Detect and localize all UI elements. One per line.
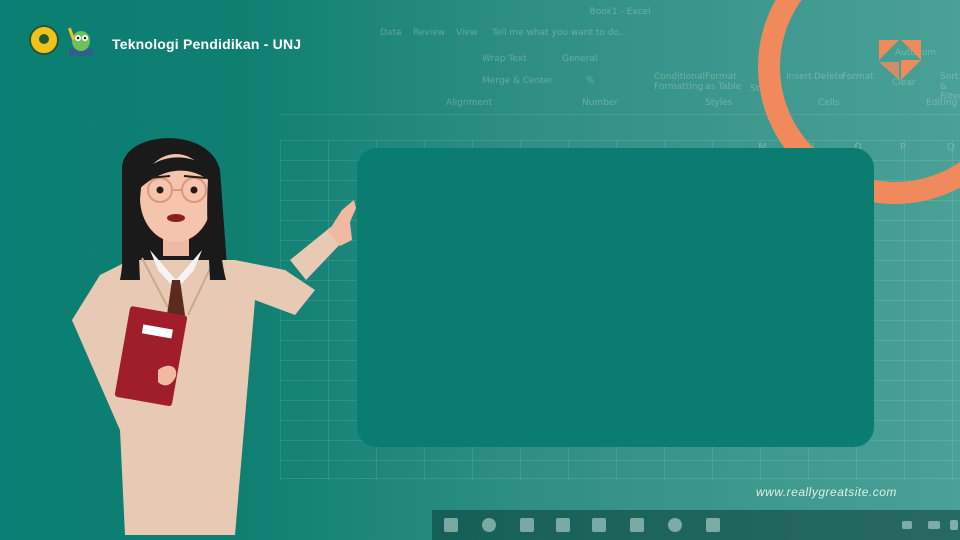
excel-icon xyxy=(520,518,534,532)
chrome-icon xyxy=(668,518,682,532)
ribbon-percent: % xyxy=(586,76,595,86)
menu-item-review: Review xyxy=(413,28,446,38)
menu-item-view: View xyxy=(456,28,478,38)
mascot-logo-icon xyxy=(68,27,93,56)
tray-chevron-icon xyxy=(902,521,912,529)
content-board xyxy=(357,148,874,447)
ribbon-wrap-text: Wrap Text xyxy=(482,54,527,64)
ribbon-group-alignment: Alignment xyxy=(446,98,493,108)
store-icon xyxy=(592,518,606,532)
speaker-icon xyxy=(950,520,958,530)
ribbon-format-as-table: Format as Table xyxy=(705,72,742,92)
website-url: www.reallygreatsite.com xyxy=(756,485,897,499)
folder-icon xyxy=(556,518,570,532)
ribbon-group-number: Number xyxy=(582,98,619,108)
menu-item-data: Data xyxy=(380,28,402,38)
ribbon-merge-center: Merge & Center xyxy=(482,76,554,86)
teacher-illustration xyxy=(72,138,356,535)
ribbon-number-format: General xyxy=(562,54,598,64)
brand-title: Teknologi Pendidikan - UNJ xyxy=(112,36,302,52)
unj-logo-icon xyxy=(29,25,59,55)
triangle-pattern-icon xyxy=(879,40,921,80)
battery-icon xyxy=(928,521,940,529)
ribbon-group-styles: Styles xyxy=(705,98,733,108)
mail-icon xyxy=(630,518,644,532)
taskbar xyxy=(432,510,960,540)
slide-canvas: Book1 - Excel Data Review View Tell me w… xyxy=(0,0,960,540)
edge-icon xyxy=(482,518,496,532)
task-view-icon xyxy=(444,518,458,532)
ribbon-styles-short: St xyxy=(750,84,760,94)
app-icon xyxy=(706,518,720,532)
ribbon-conditional-formatting: Conditional Formatting xyxy=(654,72,705,92)
menu-item-tell-me: Tell me what you want to do... xyxy=(492,28,628,38)
